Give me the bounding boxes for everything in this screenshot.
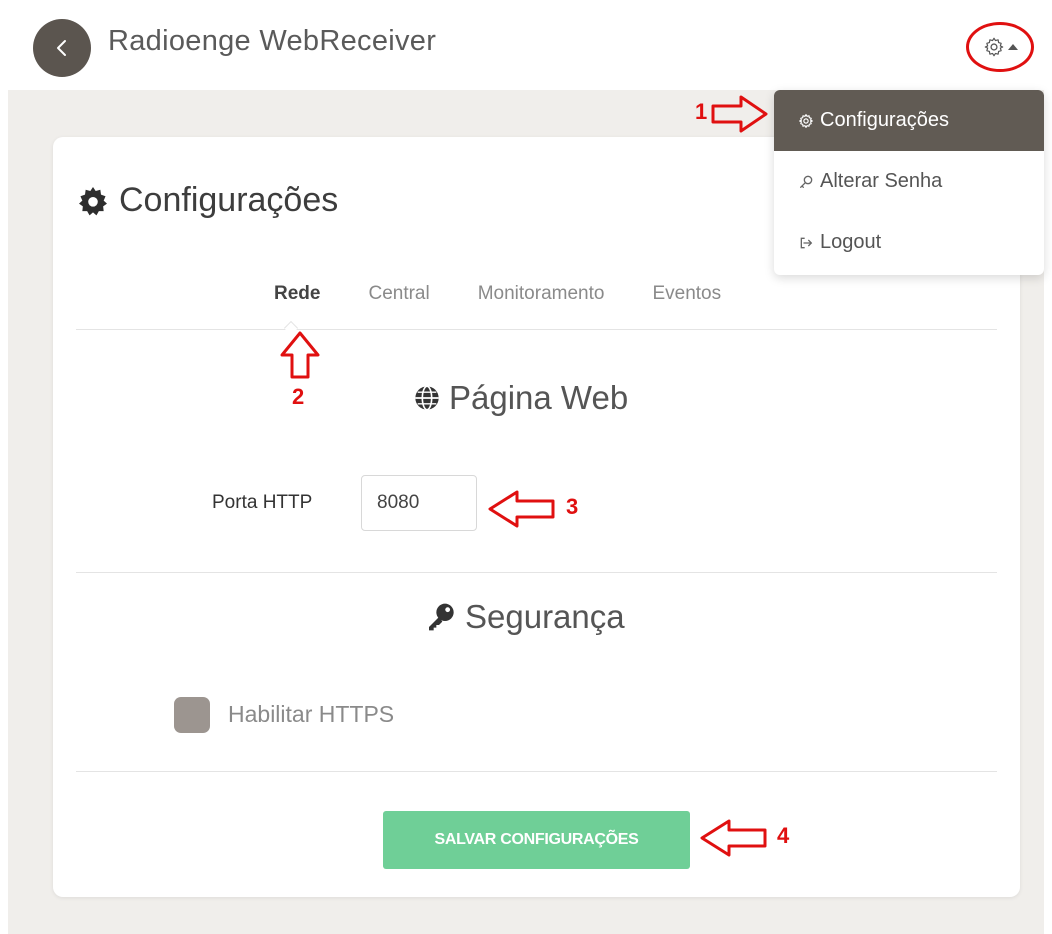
annotation-arrow-left-icon <box>700 819 767 857</box>
card-title-text: Configurações <box>119 181 339 219</box>
save-settings-button[interactable]: SALVAR CONFIGURAÇÕES <box>383 811 690 869</box>
port-http-label: Porta HTTP <box>212 492 313 513</box>
annotation-number: 3 <box>566 494 579 519</box>
menu-item-configuracoes[interactable]: Configurações <box>774 90 1044 151</box>
gear-icon <box>79 186 107 215</box>
annotation-number: 2 <box>292 384 305 409</box>
top-bar: Radioenge WebReceiver <box>0 0 1052 90</box>
key-icon <box>800 175 813 188</box>
https-checkbox[interactable] <box>174 697 210 733</box>
section-title-web-text: Página Web <box>449 379 629 416</box>
menu-item-logout[interactable]: Logout <box>774 212 1044 273</box>
tab-rede[interactable]: Rede <box>274 283 320 305</box>
annotation-arrow-up-icon <box>280 331 320 379</box>
menu-item-label: Alterar Senha <box>820 170 943 192</box>
caret-up-icon <box>1007 44 1018 50</box>
card-title: Configurações <box>77 181 338 220</box>
tab-monitoramento[interactable]: Monitoramento <box>478 283 605 305</box>
chevron-left-icon <box>57 40 66 56</box>
section-divider-2 <box>76 771 997 772</box>
menu-item-label: Configurações <box>820 109 949 131</box>
section-title-security: Segurança <box>425 598 625 636</box>
port-http-input[interactable] <box>361 475 477 531</box>
settings-tabs: Rede Central Monitoramento Eventos <box>274 283 769 305</box>
gear-icon <box>984 37 1003 57</box>
annotation-arrow-right-icon <box>711 95 768 133</box>
section-title-security-text: Segurança <box>465 598 625 635</box>
annotation-number: 1 <box>695 99 708 124</box>
section-divider-1 <box>76 572 997 573</box>
menu-item-label: Logout <box>820 231 882 253</box>
settings-menu-toggle[interactable] <box>966 22 1034 72</box>
logout-icon <box>800 237 813 248</box>
settings-dropdown-menu: Configurações Alterar Senha Logout <box>774 90 1044 275</box>
globe-icon <box>415 385 439 411</box>
tabs-divider <box>76 329 997 330</box>
gear-icon <box>799 113 813 128</box>
app-title: Radioenge WebReceiver <box>108 25 437 57</box>
back-button[interactable] <box>33 19 91 77</box>
tab-central[interactable]: Central <box>368 283 429 305</box>
key-icon <box>429 603 454 631</box>
annotation-arrow-left-icon <box>488 490 555 528</box>
menu-item-alterar-senha[interactable]: Alterar Senha <box>774 151 1044 212</box>
annotation-number: 4 <box>777 823 790 848</box>
https-label: Habilitar HTTPS <box>228 701 395 727</box>
section-title-web: Página Web <box>413 379 628 417</box>
tab-eventos[interactable]: Eventos <box>652 283 721 305</box>
